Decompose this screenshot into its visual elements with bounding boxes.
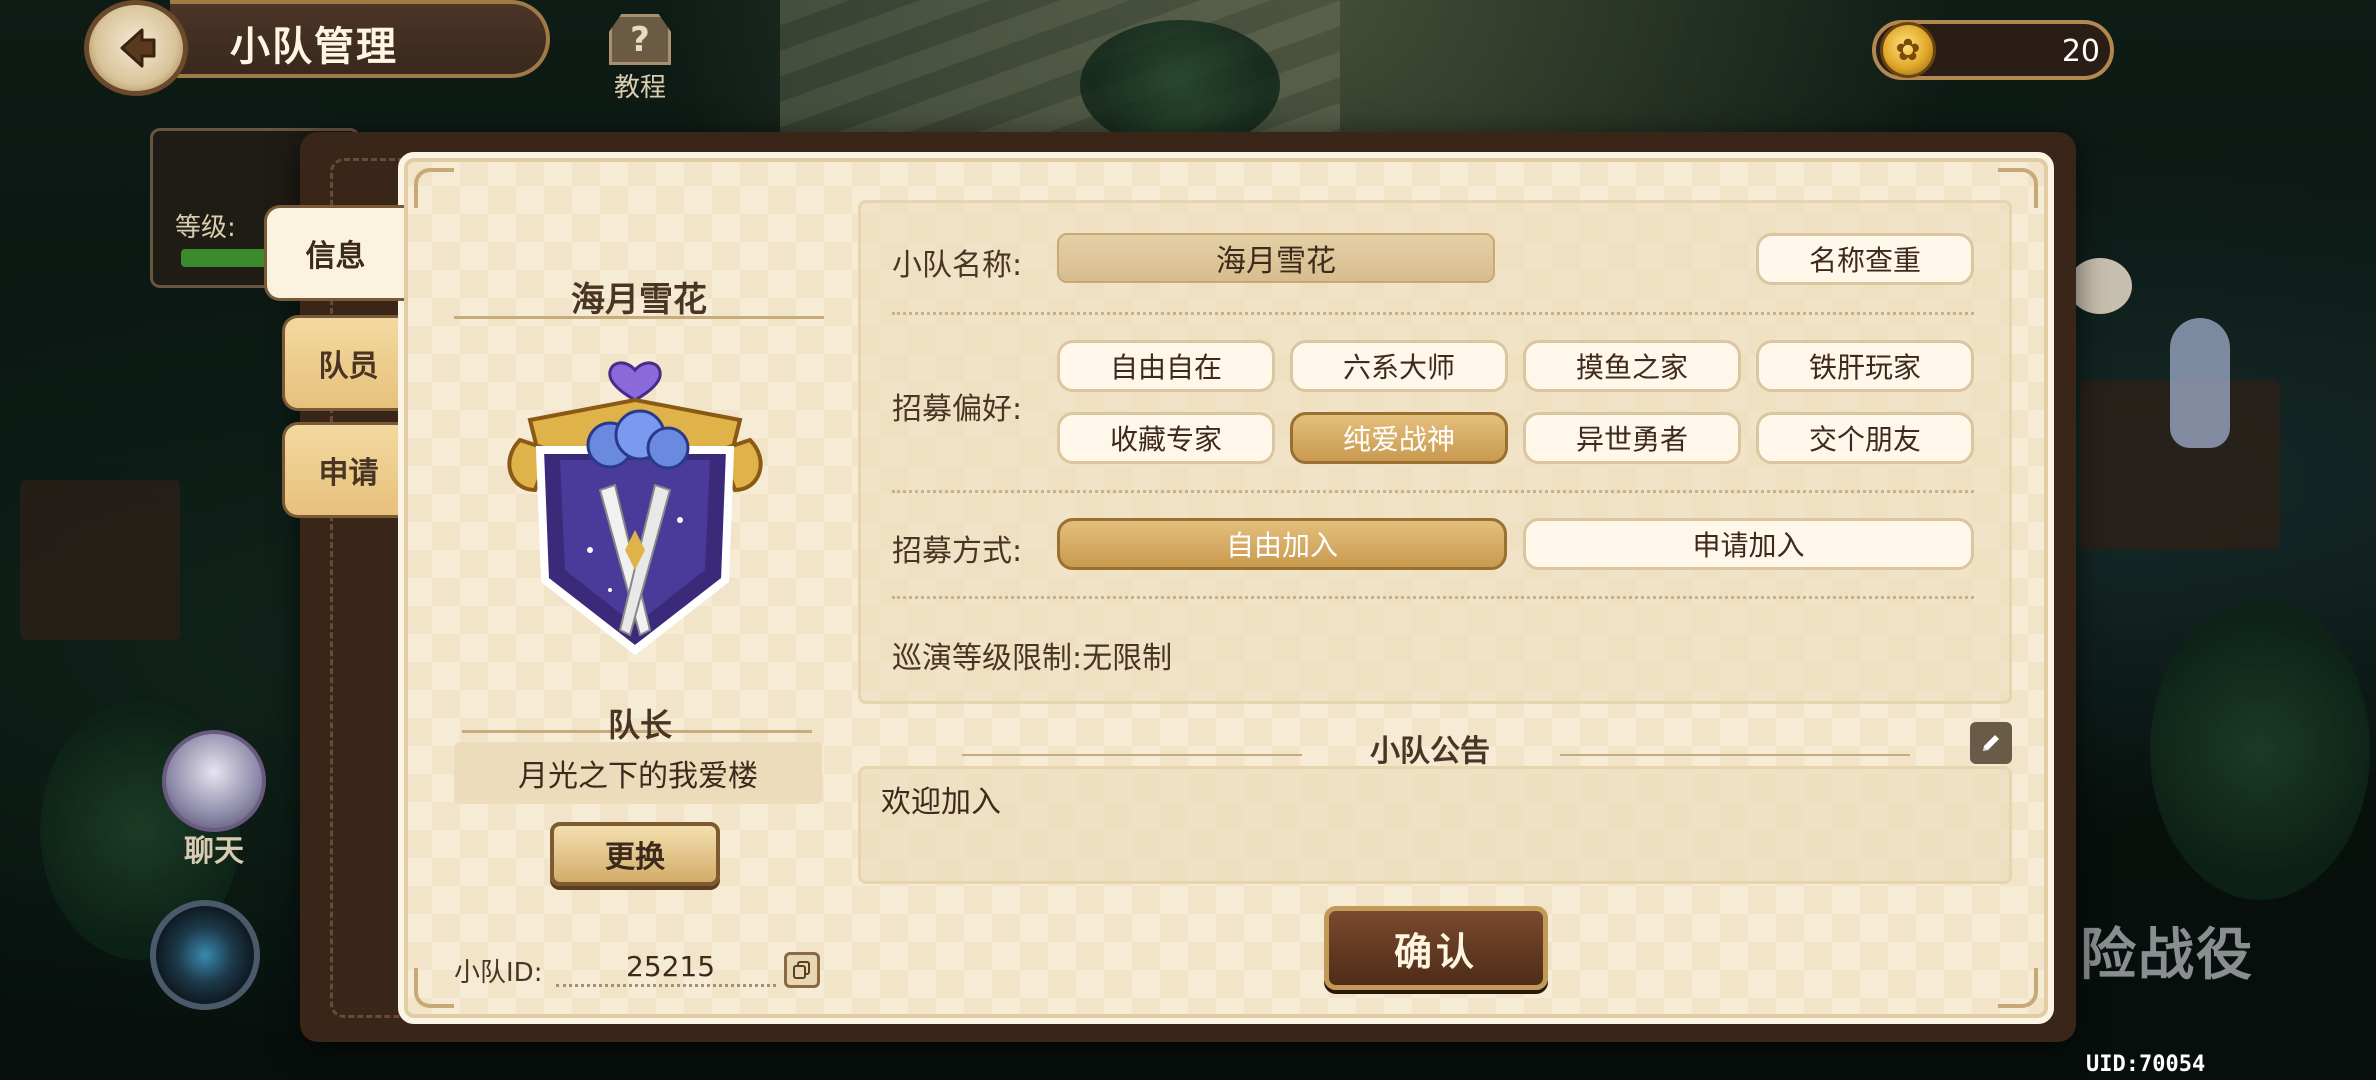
preference-option[interactable]: 收藏专家 (1057, 412, 1275, 464)
row-separator (892, 596, 1974, 599)
tab-label: 队员 (318, 349, 379, 384)
leader-heading: 队长 (607, 706, 672, 744)
team-name-heading: 海月雪花 (571, 280, 707, 320)
preference-option-selected[interactable]: 纯爱战神 (1290, 412, 1508, 464)
confirm-button[interactable]: 确认 (1324, 906, 1548, 990)
change-emblem-button[interactable]: 更换 (550, 822, 720, 886)
bunny-npc[interactable] (2170, 318, 2230, 448)
team-id-value: 25215 (626, 950, 716, 983)
notice-content[interactable]: 欢迎加入 (858, 766, 2012, 884)
team-name-label: 小队名称: (892, 248, 1023, 283)
level-label: 等级: (175, 213, 236, 243)
team-name-field[interactable]: 海月雪花 (1057, 233, 1495, 283)
recruit-method-label: 招募方式: (892, 534, 1023, 569)
back-button[interactable] (84, 0, 188, 96)
pencil-icon (1983, 735, 1999, 751)
tab-label: 申请 (318, 456, 379, 491)
speech-bubble-icon[interactable] (2068, 258, 2132, 314)
chat-label: 聊天 (184, 834, 244, 869)
corner-ornament (1998, 968, 2038, 1008)
edit-notice-button[interactable] (1970, 722, 2012, 764)
preference-option[interactable]: 铁肝玩家 (1756, 340, 1974, 392)
notice-divider (1560, 754, 1910, 756)
tab-members[interactable]: 队员 (282, 315, 412, 411)
row-separator (892, 312, 1974, 315)
chat-avatar-icon (162, 730, 266, 832)
team-id-label: 小队ID: (454, 958, 543, 988)
preference-option[interactable]: 摸鱼之家 (1523, 340, 1741, 392)
check-name-button[interactable]: 名称查重 (1756, 233, 1974, 285)
recruit-preference-label: 招募偏好: (892, 392, 1023, 427)
currency-value: 20 (2061, 34, 2100, 69)
compass-icon[interactable] (150, 900, 260, 1010)
method-free-join-selected[interactable]: 自由加入 (1057, 518, 1507, 570)
notice-divider (962, 754, 1302, 756)
uid-label: UID:70054 (2086, 1052, 2206, 1077)
copy-icon[interactable] (784, 952, 820, 988)
tab-label: 信息 (305, 239, 366, 274)
method-apply-join[interactable]: 申请加入 (1523, 518, 1974, 570)
tab-applications[interactable]: 申请 (282, 422, 412, 518)
chat-button[interactable]: 聊天 (158, 730, 270, 870)
preference-option[interactable]: 六系大师 (1290, 340, 1508, 392)
coin-icon: ✿ (1880, 22, 1936, 78)
notice-heading: 小队公告 (1370, 734, 1490, 769)
team-id-underline (556, 984, 776, 987)
tab-info[interactable]: 信息 (264, 205, 404, 301)
row-separator (892, 490, 1974, 493)
back-arrow-icon (120, 28, 156, 68)
preference-option[interactable]: 自由自在 (1057, 340, 1275, 392)
question-icon: ? (609, 14, 671, 65)
tutorial-label: 教程 (613, 73, 666, 103)
level-limit-text: 巡演等级限制:无限制 (892, 641, 1173, 676)
preference-option[interactable]: 交个朋友 (1756, 412, 1974, 464)
team-emblem (507, 361, 763, 656)
page-title: 小队管理 (230, 24, 398, 70)
corner-ornament (414, 168, 454, 208)
corner-ornament (414, 968, 454, 1008)
copy-glyph-icon (793, 961, 810, 979)
preference-option[interactable]: 异世勇者 (1523, 412, 1741, 464)
tutorial-button[interactable]: ? 教程 (596, 14, 684, 104)
adventure-campaign-label[interactable]: 险战役 (2080, 910, 2320, 1020)
leader-name: 月光之下的我爱楼 (454, 742, 822, 804)
